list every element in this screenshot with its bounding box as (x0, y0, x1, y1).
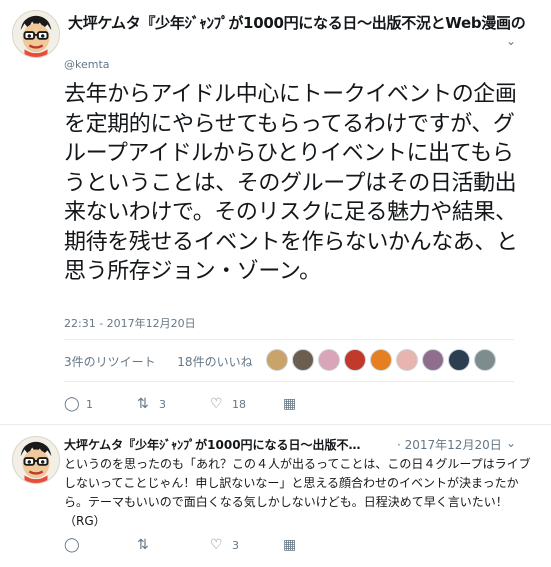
reply-text: というのを思ったのも「あれ？この４人が出るってことは、この日４グループはライブし… (64, 457, 531, 528)
analytics-button[interactable]: ▦ (283, 396, 356, 412)
analytics-icon: ▦ (283, 396, 297, 412)
reply-icon: ◯ (64, 396, 80, 412)
liker-avatar[interactable] (422, 349, 444, 371)
tweet-actions: ◯ 1 ⇅ 3 ♡ 18 ▦ (64, 396, 356, 412)
reply-icon: ◯ (64, 537, 80, 553)
tweet-text: 去年からアイドル中心にトークイベントの企画を定期的にやらせてもらってるわけですが… (64, 82, 518, 284)
liker-avatars (266, 349, 500, 373)
liker-avatar[interactable] (318, 349, 340, 371)
author-handle[interactable]: @kemta (64, 58, 110, 71)
likes-count-link[interactable]: 18件のいいね (177, 355, 252, 369)
like-count: 18 (232, 397, 246, 411)
liker-avatar[interactable] (370, 349, 392, 371)
tweet-timestamp[interactable]: 22:31 - 2017年12月20日 (64, 315, 196, 331)
divider (64, 381, 514, 382)
liker-avatar[interactable] (344, 349, 366, 371)
reply-actions: ◯ ⇅ ♡ 3 ▦ (64, 537, 356, 553)
liker-avatar[interactable] (266, 349, 288, 371)
like-button[interactable]: ♡ 18 (210, 396, 283, 412)
reply-author-avatar[interactable] (12, 436, 60, 484)
reply-button[interactable]: ◯ (64, 537, 137, 553)
reply-count: 1 (86, 397, 93, 411)
retweets-count-link[interactable]: 3件のリツイート (64, 355, 156, 369)
like-button[interactable]: ♡ 3 (210, 537, 283, 553)
author-avatar[interactable] (12, 10, 60, 58)
reply-author-name[interactable]: 大坪ケムタ『少年ｼﾞｬﾝﾌﾟが1000円になる日〜出版不… (64, 436, 361, 453)
liker-avatar[interactable] (448, 349, 470, 371)
author-name[interactable]: 大坪ケムタ『少年ｼﾞｬﾝﾌﾟが1000円になる日〜出版不況とWeb漫画の (68, 12, 551, 33)
reply-timestamp[interactable]: · 2017年12月20日 (397, 436, 502, 453)
tweet-stats: 3件のリツイート 18件のいいね (64, 353, 253, 370)
retweet-count: 3 (159, 397, 166, 411)
retweet-icon: ⇅ (137, 396, 149, 412)
analytics-icon: ▦ (283, 537, 297, 553)
like-count: 3 (232, 538, 239, 552)
retweet-icon: ⇅ (137, 537, 149, 553)
heart-icon: ♡ (210, 537, 223, 553)
liker-avatar[interactable] (292, 349, 314, 371)
retweet-button[interactable]: ⇅ (137, 537, 210, 553)
divider (64, 339, 514, 340)
liker-avatar[interactable] (396, 349, 418, 371)
heart-icon: ♡ (210, 396, 223, 412)
retweet-button[interactable]: ⇅ 3 (137, 396, 210, 412)
reply-button[interactable]: ◯ 1 (64, 396, 137, 412)
analytics-button[interactable]: ▦ (283, 537, 356, 553)
divider (0, 424, 551, 425)
chevron-down-icon[interactable]: ⌄ (506, 34, 516, 48)
chevron-down-icon[interactable]: ⌄ (506, 436, 516, 450)
liker-avatar[interactable] (474, 349, 496, 371)
